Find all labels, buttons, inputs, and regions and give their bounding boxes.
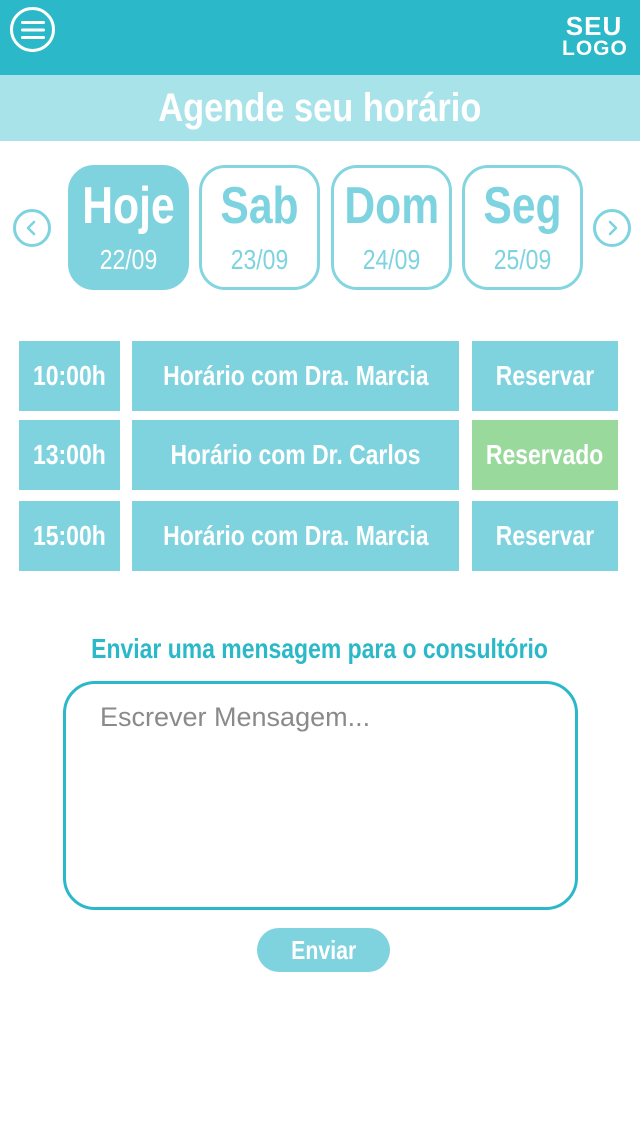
top-bar: SEU LOGO xyxy=(0,0,640,75)
day-date: 25/09 xyxy=(493,244,552,275)
send-button[interactable]: Enviar xyxy=(257,928,390,972)
time-label: 13:00h xyxy=(33,439,106,470)
title-bar: Agende seu horário xyxy=(0,75,640,141)
appointment-cell: Horário com Dra. Marcia xyxy=(132,501,459,571)
reserve-label: Reservar xyxy=(495,360,595,391)
logo: SEU LOGO xyxy=(562,11,628,60)
chevron-right-icon xyxy=(608,220,618,236)
day-name: Dom xyxy=(344,177,440,235)
hamburger-icon xyxy=(20,20,45,39)
app-screen: SEU LOGO Agende seu horário Hoje 22/09 S… xyxy=(0,0,640,1136)
appointment-cell: Horário com Dr. Carlos xyxy=(132,420,459,490)
day-card-dom[interactable]: Dom 24/09 xyxy=(331,165,452,290)
prev-days-button[interactable] xyxy=(13,209,51,247)
send-label: Enviar xyxy=(290,934,357,965)
day-name: Seg xyxy=(483,177,562,235)
time-label: 15:00h xyxy=(33,520,106,551)
day-card-hoje[interactable]: Hoje 22/09 xyxy=(68,165,189,290)
message-heading: Enviar uma mensagem para o consultório xyxy=(0,633,640,665)
appointment-label: Horário com Dra. Marcia xyxy=(162,360,429,391)
time-cell: 10:00h xyxy=(19,341,120,411)
page-title: Agende seu horário xyxy=(158,85,482,130)
day-date: 24/09 xyxy=(362,244,421,275)
time-cell: 15:00h xyxy=(19,501,120,571)
day-name: Hoje xyxy=(82,177,175,235)
time-label: 10:00h xyxy=(33,360,106,391)
message-textarea[interactable] xyxy=(63,681,578,910)
chevron-left-icon xyxy=(26,220,36,236)
appointment-label: Horário com Dra. Marcia xyxy=(162,520,429,551)
day-date: 23/09 xyxy=(230,244,289,275)
day-date: 22/09 xyxy=(99,244,158,275)
day-card-sab[interactable]: Sab 23/09 xyxy=(199,165,320,290)
reserve-button[interactable]: Reservar xyxy=(472,501,618,571)
appointment-cell: Horário com Dra. Marcia xyxy=(132,341,459,411)
logo-line-1: SEU xyxy=(565,11,623,41)
reserve-button[interactable]: Reservar xyxy=(472,341,618,411)
message-heading-text: Enviar uma mensagem para o consultório xyxy=(91,633,549,664)
time-cell: 13:00h xyxy=(19,420,120,490)
day-name: Sab xyxy=(220,177,299,235)
reserved-button[interactable]: Reservado xyxy=(472,420,618,490)
day-card-seg[interactable]: Seg 25/09 xyxy=(462,165,583,290)
next-days-button[interactable] xyxy=(593,209,631,247)
reserve-label: Reservado xyxy=(486,439,604,470)
menu-button[interactable] xyxy=(10,7,55,52)
appointment-label: Horário com Dr. Carlos xyxy=(170,439,421,470)
reserve-label: Reservar xyxy=(495,520,595,551)
logo-line-2: LOGO xyxy=(562,36,628,60)
